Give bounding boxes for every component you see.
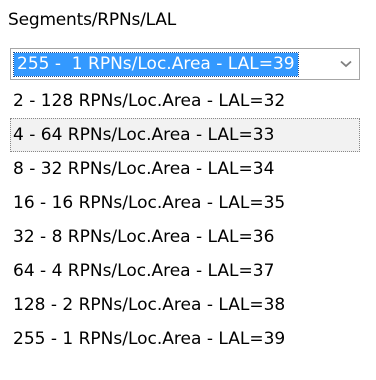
chevron-down-glyph [340, 60, 352, 68]
dropdown-option[interactable]: 8 - 32 RPNs/Loc.Area - LAL=34 [10, 152, 360, 186]
dropdown-option[interactable]: 64 - 4 RPNs/Loc.Area - LAL=37 [10, 254, 360, 288]
dropdown-option[interactable]: 4 - 64 RPNs/Loc.Area - LAL=33 [10, 118, 360, 152]
dropdown-selected-value: 255 - 1 RPNs/Loc.Area - LAL=39 [13, 52, 299, 77]
dropdown-option[interactable]: 16 - 16 RPNs/Loc.Area - LAL=35 [10, 186, 360, 220]
dropdown-option[interactable]: 2 - 128 RPNs/Loc.Area - LAL=32 [10, 84, 360, 118]
dropdown-option[interactable]: 128 - 2 RPNs/Loc.Area - LAL=38 [10, 288, 360, 322]
dropdown-option[interactable]: 32 - 8 RPNs/Loc.Area - LAL=36 [10, 220, 360, 254]
segments-field-label: Segments/RPNs/LAL [8, 10, 177, 30]
segments-rpns-lal-dropdown[interactable]: 255 - 1 RPNs/Loc.Area - LAL=39 [10, 48, 360, 80]
dropdown-option[interactable]: 255 - 1 RPNs/Loc.Area - LAL=39 [10, 322, 360, 356]
dropdown-options-list: 2 - 128 RPNs/Loc.Area - LAL=32 4 - 64 RP… [10, 84, 360, 356]
chevron-down-icon[interactable] [333, 50, 358, 78]
